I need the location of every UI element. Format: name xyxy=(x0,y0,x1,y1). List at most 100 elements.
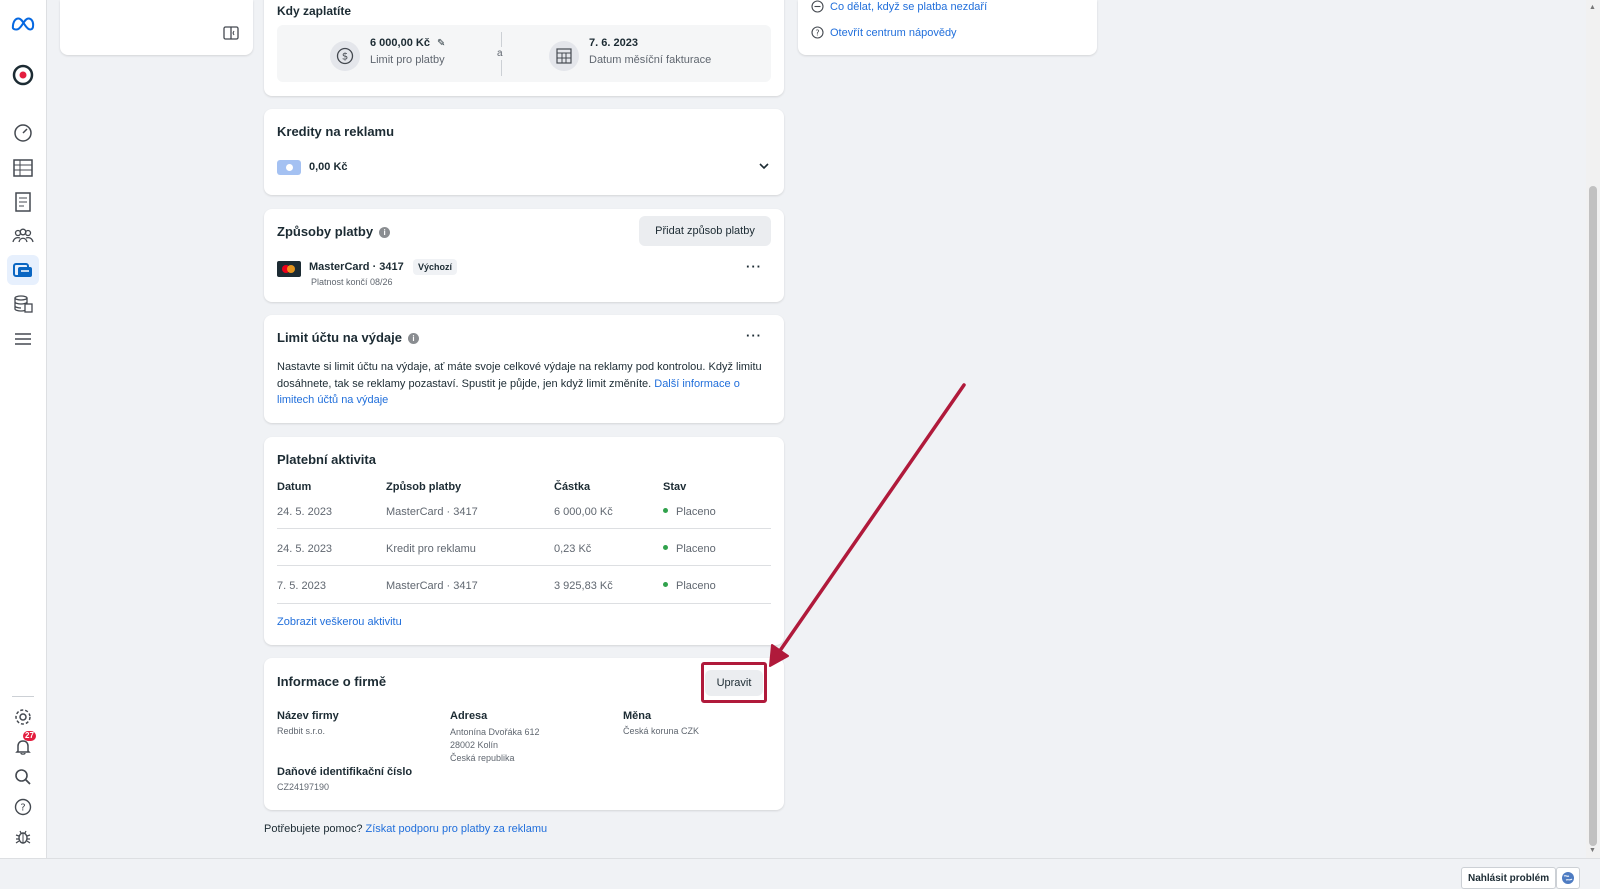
row-method: MasterCard · 3417 xyxy=(386,580,478,592)
row-date: 24. 5. 2023 xyxy=(277,543,333,555)
tax-id-value: CZ24197190 xyxy=(277,782,330,792)
payment-limit-value: 6 000,00 Kč ✎ xyxy=(370,37,445,49)
panel-toggle-icon[interactable] xyxy=(223,26,239,45)
payment-methods-title: Způsoby platby i xyxy=(277,224,391,239)
spending-limit-description: Nastavte si limit účtu na výdaje, ať mát… xyxy=(277,359,771,409)
business-name-label: Název firmy xyxy=(277,710,339,722)
ad-credits-card: Kredity na reklamu 0,00 Kč xyxy=(264,109,784,195)
dollar-icon: $ xyxy=(330,41,360,71)
activity-header-amount: Částka xyxy=(554,481,591,493)
bug-report-icon[interactable] xyxy=(11,825,35,849)
row-date: 24. 5. 2023 xyxy=(277,506,333,518)
footer-help: Potřebujete pomoc? Získat podporu pro pl… xyxy=(264,823,547,835)
currency-value: Česká koruna CZK xyxy=(623,726,700,736)
account-summary-card xyxy=(60,0,253,55)
card-name: MasterCard · 3417 xyxy=(309,261,404,273)
activity-header-status: Stav xyxy=(663,481,687,493)
spending-limit-title-text: Limit účtu na výdaje xyxy=(277,330,402,345)
minus-circle-icon xyxy=(811,0,824,13)
status-dot-icon xyxy=(663,508,668,513)
payment-methods-card: Způsoby platby i Přidat způsob platby Mas… xyxy=(264,209,784,302)
bottom-bar: Nahlásit problém xyxy=(0,858,1600,889)
scroll-down-arrow-icon[interactable]: ▼ xyxy=(1589,847,1596,854)
footer-help-prompt: Potřebujete pomoc? xyxy=(264,823,363,835)
svg-text:$: $ xyxy=(342,52,348,63)
address-line-1: Antonína Dvořáka 612 xyxy=(450,727,540,737)
globe-icon[interactable] xyxy=(1556,867,1580,889)
table-icon[interactable] xyxy=(11,156,35,180)
help-icon[interactable]: ? xyxy=(11,795,35,819)
row-status: Placeno xyxy=(663,580,716,592)
add-payment-method-button[interactable]: Přidat způsob platby xyxy=(639,216,771,246)
audience-icon[interactable] xyxy=(11,224,35,248)
notifications-bell-icon[interactable]: 27 xyxy=(11,731,36,759)
billing-icon[interactable] xyxy=(7,255,39,285)
scroll-up-arrow-icon[interactable]: ▲ xyxy=(1589,4,1596,11)
help-center-link-row[interactable]: ? Otevřít centrum nápovědy xyxy=(811,26,957,39)
settings-gear-icon[interactable] xyxy=(11,705,35,729)
business-info-title: Informace o firmě xyxy=(277,674,387,689)
page-scrollbar[interactable]: ▲ ▼ xyxy=(1586,0,1600,858)
row-amount: 6 000,00 Kč xyxy=(554,506,613,518)
info-icon[interactable]: i xyxy=(407,333,419,344)
dashboard-gauge-icon[interactable] xyxy=(11,121,35,145)
row-status-text: Placeno xyxy=(676,580,716,592)
address-value: Antonína Dvořáka 612 28002 Kolín Česká r… xyxy=(450,726,540,765)
info-icon[interactable]: i xyxy=(379,227,391,238)
business-name-value: Redbit s.r.o. xyxy=(277,726,326,736)
currency-label: Měna xyxy=(623,710,652,722)
report-problem-button[interactable]: Nahlásit problém xyxy=(1461,867,1557,889)
view-all-activity-link[interactable]: Zobrazit veškerou aktivitu xyxy=(277,616,402,628)
activity-header-method: Způsob platby xyxy=(386,481,462,493)
card-expiry: Platnost končí 08/26 xyxy=(311,277,393,287)
address-line-2: 28002 Kolín xyxy=(450,740,499,750)
schedule-separator-text: a xyxy=(497,47,503,60)
svg-text:?: ? xyxy=(815,29,819,38)
payment-schedule-title: Kdy zaplatíte xyxy=(277,4,352,18)
status-dot-icon xyxy=(663,545,668,550)
more-options-icon[interactable]: ··· xyxy=(746,328,762,343)
scrollbar-thumb[interactable] xyxy=(1589,186,1597,846)
notification-count-badge: 27 xyxy=(23,731,36,741)
payment-failed-link-row[interactable]: Co dělat, když se platba nezdaří xyxy=(811,0,987,13)
payment-failed-link[interactable]: Co dělat, když se platba nezdaří xyxy=(830,1,987,13)
brand-logo-icon[interactable] xyxy=(11,63,35,87)
left-nav-rail: 27 ? xyxy=(0,0,47,858)
chevron-down-icon[interactable] xyxy=(758,159,770,177)
row-amount: 3 925,83 Kč xyxy=(554,580,613,592)
menu-icon[interactable] xyxy=(11,327,35,351)
row-method: Kredit pro reklamu xyxy=(386,543,476,555)
svg-text:?: ? xyxy=(20,803,25,814)
highlight-box xyxy=(701,662,767,703)
document-icon[interactable] xyxy=(11,190,35,214)
help-links-card: Co dělat, když se platba nezdaří ? Otevř… xyxy=(798,0,1097,55)
spending-limit-title: Limit účtu na výdaje i xyxy=(277,330,419,345)
row-amount: 0,23 Kč xyxy=(554,543,592,555)
edit-pencil-icon[interactable]: ✎ xyxy=(437,38,445,49)
billing-date-label: Datum měsíční fakturace xyxy=(589,54,712,66)
table-row: 24. 5. 2023 MasterCard · 3417 6 000,00 K… xyxy=(264,500,784,537)
row-status: Placeno xyxy=(663,543,716,555)
calendar-icon xyxy=(549,41,579,71)
business-info-card: Informace o firmě Upravit Název firmy Re… xyxy=(264,658,784,810)
table-row: 7. 5. 2023 MasterCard · 3417 3 925,83 Kč… xyxy=(264,574,784,611)
spending-limit-card: Limit účtu na výdaje i ··· Nastavte si li… xyxy=(264,315,784,423)
row-divider xyxy=(277,528,771,529)
mastercard-logo-icon xyxy=(277,261,301,277)
meta-logo-icon[interactable] xyxy=(11,12,35,36)
payment-limit-label: Limit pro platby xyxy=(370,54,445,66)
address-line-3: Česká republika xyxy=(450,753,515,763)
coins-stack-icon[interactable] xyxy=(11,292,35,316)
question-circle-icon: ? xyxy=(811,26,824,39)
ad-credits-title: Kredity na reklamu xyxy=(277,124,395,139)
address-label: Adresa xyxy=(450,710,488,722)
annotation-arrow xyxy=(769,383,966,667)
status-dot-icon xyxy=(663,582,668,587)
ad-credits-amount: 0,00 Kč xyxy=(309,161,348,173)
payment-activity-card: Platební aktivita Datum Způsob platby Čá… xyxy=(264,437,784,645)
tax-id-label: Daňové identifikační číslo xyxy=(277,766,413,778)
help-center-link[interactable]: Otevřít centrum nápovědy xyxy=(830,27,957,39)
footer-support-link[interactable]: Získat podporu pro platby za reklamu xyxy=(366,823,548,835)
search-icon[interactable] xyxy=(11,765,35,789)
more-options-icon[interactable]: ··· xyxy=(746,259,762,274)
